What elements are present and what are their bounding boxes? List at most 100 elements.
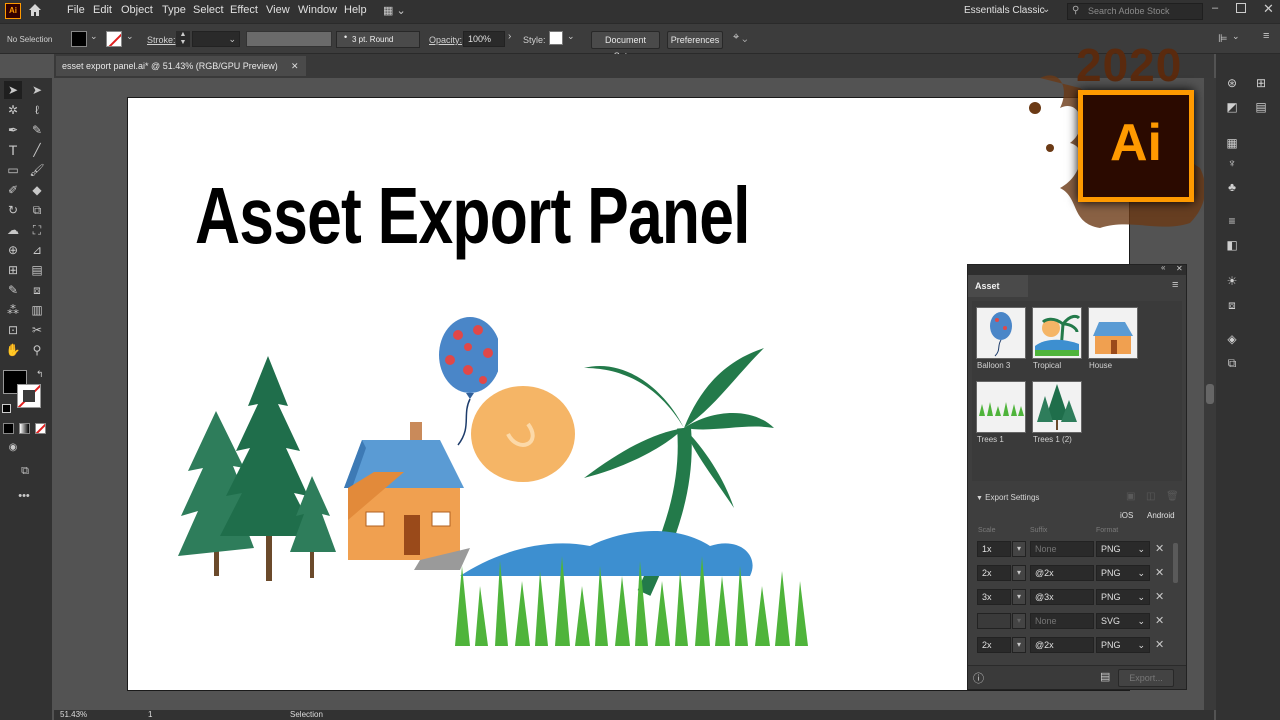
collapse-panel-icon[interactable]: « <box>1161 263 1165 272</box>
workspace-switcher[interactable]: Essentials Classic <box>964 5 1045 16</box>
appearance-icon[interactable]: ☀ <box>1223 272 1241 290</box>
align-panel-icon[interactable]: ⊫ <box>1218 32 1228 45</box>
menu-view[interactable]: View <box>266 4 290 16</box>
close-tab-icon[interactable]: ✕ <box>291 56 299 76</box>
remove-row-button[interactable]: ✕ <box>1155 541 1164 557</box>
stroke-label[interactable]: Stroke: <box>147 35 176 45</box>
libraries-icon[interactable]: ◩ <box>1223 98 1241 116</box>
menu-file[interactable]: File <box>67 4 85 16</box>
scale-dropdown-button[interactable]: ▾ <box>1012 541 1026 557</box>
paintbrush-tool-icon[interactable]: 🖌 <box>28 161 46 179</box>
curvature-tool-icon[interactable]: ✎ <box>28 121 46 139</box>
warp-tool-icon[interactable]: ☁ <box>4 221 22 239</box>
suffix-field[interactable]: @2x <box>1030 637 1094 653</box>
format-select[interactable]: PNG ⌄ <box>1096 565 1150 581</box>
free-transform-tool-icon[interactable]: ⛶ <box>28 221 46 239</box>
scale-field[interactable]: 2x <box>977 565 1011 581</box>
menu-type[interactable]: Type <box>162 4 186 16</box>
stroke-swatch[interactable] <box>106 31 122 47</box>
stroke-panel-icon[interactable]: ≡ <box>1223 212 1241 230</box>
gradient-panel-icon[interactable]: ◧ <box>1223 236 1241 254</box>
swap-colors-icon[interactable]: ↰ <box>36 369 44 380</box>
chevron-down-icon[interactable]: ⌄ <box>1232 31 1240 42</box>
align-icon[interactable]: ⌖ ⌄ <box>733 31 747 44</box>
chevron-down-icon[interactable]: ⌄ <box>567 31 575 42</box>
scale-field[interactable]: 2x <box>977 637 1011 653</box>
edit-toolbar-icon[interactable]: ••• <box>15 487 33 505</box>
scale-dropdown-button[interactable]: ▾ <box>1012 637 1026 653</box>
menu-effect[interactable]: Effect <box>230 4 258 16</box>
duplicate-icon[interactable]: ◫ <box>1146 491 1155 502</box>
direct-selection-tool-icon[interactable]: ➤ <box>28 81 46 99</box>
status-mode[interactable]: Selection <box>290 710 323 720</box>
opacity-field[interactable]: 100% <box>463 31 505 47</box>
scale-field[interactable] <box>977 613 1011 629</box>
trash-icon[interactable]: 🗑 <box>1166 491 1179 502</box>
export-button[interactable]: Export... <box>1118 669 1174 687</box>
canvas-vertical-scrollbar[interactable] <box>1204 78 1216 710</box>
remove-row-button[interactable]: ✕ <box>1155 565 1164 581</box>
scale-dropdown-button[interactable]: ▾ <box>1012 589 1026 605</box>
panel-tab-asset-export[interactable]: Asset Export <box>968 275 1028 313</box>
screen-mode-icon[interactable]: ⧉ <box>16 462 34 480</box>
sun-illustration[interactable] <box>468 384 580 484</box>
stroke-weight-stepper[interactable]: ▲ ▼ <box>176 31 190 47</box>
format-select[interactable]: PNG ⌄ <box>1096 637 1150 653</box>
menu-select[interactable]: Select <box>193 4 224 16</box>
close-panel-icon[interactable]: ✕ <box>1176 264 1183 273</box>
color-mode-icon[interactable] <box>3 423 14 434</box>
rectangle-tool-icon[interactable]: ▭ <box>4 161 22 179</box>
artboard-tool-icon[interactable]: ⊡ <box>4 321 22 339</box>
panel-menu-icon[interactable]: ≡ <box>1172 279 1178 291</box>
scale-field[interactable]: 1x <box>977 541 1011 557</box>
asset-thumb-house[interactable] <box>1088 307 1138 359</box>
scale-field[interactable]: 3x <box>977 589 1011 605</box>
format-select[interactable]: PNG ⌄ <box>1096 541 1150 557</box>
chevron-down-icon[interactable]: ⌄ <box>126 31 134 42</box>
properties-icon[interactable]: ⊛ <box>1223 74 1241 92</box>
pen-tool-icon[interactable]: ✒ <box>4 121 22 139</box>
asset-thumb-tropical[interactable] <box>1032 307 1082 359</box>
graph-tool-icon[interactable]: ▥ <box>28 301 46 319</box>
eyedropper-tool-icon[interactable]: ✎ <box>4 281 22 299</box>
gradient-tool-icon[interactable]: ▤ <box>28 261 46 279</box>
settings-scrollbar[interactable] <box>1173 543 1178 583</box>
minimize-button[interactable]: – <box>1212 2 1224 14</box>
hand-tool-icon[interactable]: ✋ <box>4 341 22 359</box>
style-swatch[interactable] <box>549 31 563 45</box>
artboard-number[interactable]: 1 <box>148 710 152 720</box>
chevron-down-icon[interactable]: ⌄ <box>90 31 98 42</box>
launch-export-dialog-icon[interactable]: ▤ <box>1100 670 1110 683</box>
asset-thumb-trees[interactable] <box>1032 381 1082 433</box>
suffix-field[interactable]: @3x <box>1030 589 1094 605</box>
document-info-icon[interactable]: ▤ <box>1252 98 1270 116</box>
mesh-tool-icon[interactable]: ⊞ <box>4 261 22 279</box>
symbols-icon[interactable]: ♣ <box>1223 178 1241 196</box>
ios-preset-button[interactable]: iOS <box>1120 511 1133 520</box>
scale-dropdown-button[interactable]: ▾ <box>1012 565 1026 581</box>
scale-dropdown-button[interactable]: ▾ <box>1012 613 1026 629</box>
scale-tool-icon[interactable]: ⧉ <box>28 201 46 219</box>
remove-row-button[interactable]: ✕ <box>1155 589 1164 605</box>
close-window-button[interactable]: ✕ <box>1263 1 1274 17</box>
document-setup-button[interactable]: Document Setup <box>591 31 660 61</box>
remove-row-button[interactable]: ✕ <box>1155 613 1164 629</box>
artboard-heading[interactable]: Asset Export Panel <box>195 170 750 262</box>
tree-illustration[interactable] <box>178 356 340 588</box>
suffix-field[interactable] <box>1030 541 1094 557</box>
brush-definition-field[interactable]: • 3 pt. Round <box>336 31 420 48</box>
fill-swatch[interactable] <box>71 31 87 47</box>
export-settings-header[interactable]: ▼ Export Settings <box>976 493 1039 502</box>
layers-icon[interactable]: ◈ <box>1223 330 1241 348</box>
stock-search-field[interactable]: ⚲ Search Adobe Stock <box>1067 3 1203 20</box>
graphic-styles-icon[interactable]: ⧈ <box>1223 296 1241 314</box>
stroke-color-swatch[interactable] <box>17 384 41 408</box>
menu-window[interactable]: Window <box>298 4 337 16</box>
panel-menu-icon[interactable]: ≡ <box>1263 30 1269 42</box>
zoom-level[interactable]: 51.43% <box>60 710 87 720</box>
add-scale-icon[interactable]: ▣ <box>1126 491 1135 502</box>
format-select[interactable]: PNG ⌄ <box>1096 589 1150 605</box>
preferences-button[interactable]: Preferences <box>667 31 723 49</box>
swatches-icon[interactable]: ⊞ <box>1252 74 1270 92</box>
blend-tool-icon[interactable]: ⧈ <box>28 281 46 299</box>
